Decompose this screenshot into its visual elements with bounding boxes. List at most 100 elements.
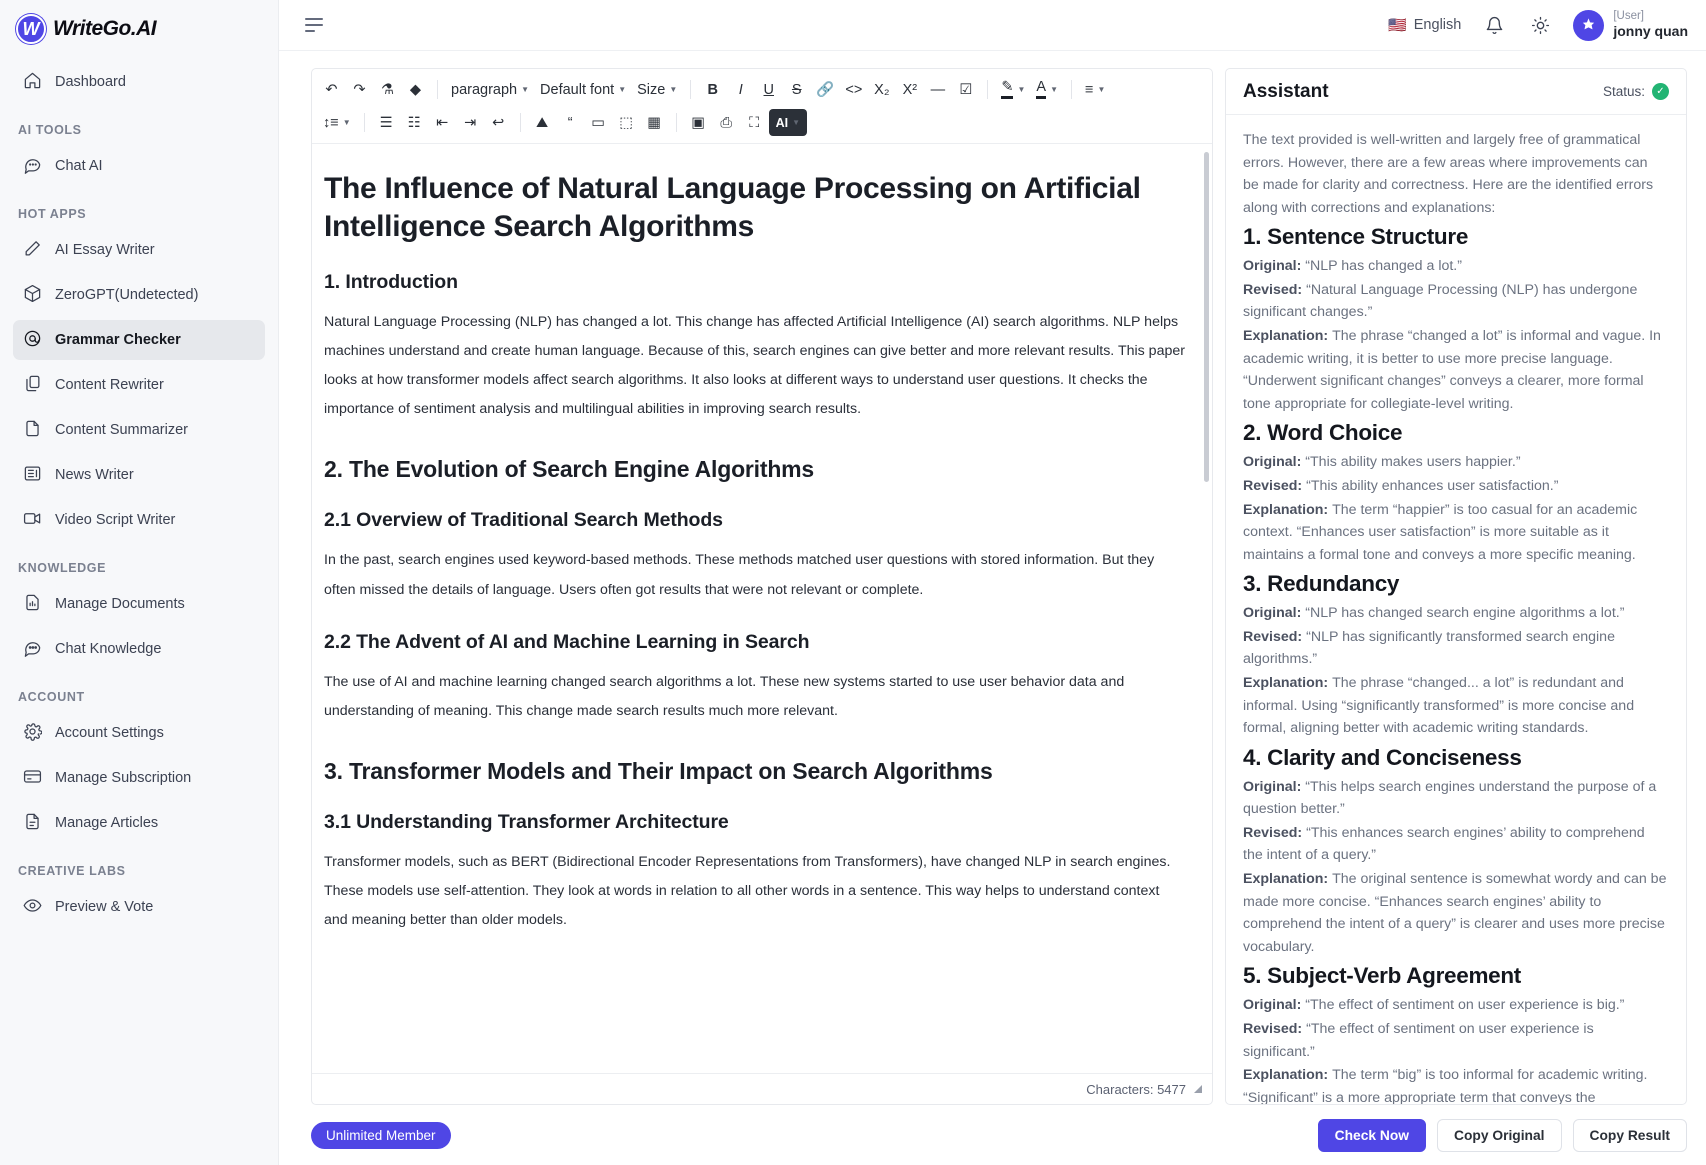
wrap-text-icon[interactable]: ↩ xyxy=(485,109,512,136)
outdent-icon-glyph: ⇤ xyxy=(436,114,449,131)
italic-icon[interactable]: I xyxy=(727,76,754,103)
paragraph-style-select[interactable]: paragraph ▼ xyxy=(446,76,534,103)
assistant-original-label: Original: xyxy=(1243,778,1306,795)
box-icon xyxy=(23,284,42,307)
resize-grip-icon[interactable] xyxy=(1194,1085,1202,1093)
font-family-select[interactable]: Default font ▼ xyxy=(535,76,631,103)
insert-card-icon[interactable]: ▭ xyxy=(585,109,612,136)
sidebar-item-ai-essay-writer[interactable]: AI Essay Writer xyxy=(13,230,265,270)
insert-image-icon[interactable]: ⛰ xyxy=(529,109,556,136)
fullscreen-icon-glyph: ⛶ xyxy=(749,114,760,131)
editor-column: ↶ ↷ ⚗ ◆ paragraph ▼ Default font ▼ Size ▼ B I U S 🔗 <> X… xyxy=(311,68,1213,1105)
checkbox-icon[interactable]: ☑ xyxy=(952,76,979,103)
ai-menu-button[interactable]: AI ▼ xyxy=(768,109,808,136)
membership-badge[interactable]: Unlimited Member xyxy=(311,1121,451,1149)
sidebar-item-dashboard[interactable]: Dashboard xyxy=(13,62,265,102)
link-icon[interactable]: 🔗 xyxy=(811,76,839,103)
eraser-icon[interactable]: ◆ xyxy=(402,76,429,103)
sidebar-item-label: Content Summarizer xyxy=(55,422,188,438)
strikethrough-icon[interactable]: S xyxy=(783,76,810,103)
copy-original-button[interactable]: Copy Original xyxy=(1437,1118,1562,1152)
blockquote-icon[interactable]: “ xyxy=(557,109,584,136)
text-color-icon[interactable]: A ▼ xyxy=(1031,76,1063,103)
toolbar-separator xyxy=(437,80,438,99)
brand[interactable]: W WriteGo.AI xyxy=(0,0,278,58)
bell-icon[interactable] xyxy=(1481,12,1507,38)
sidebar-item-news-writer[interactable]: News Writer xyxy=(13,455,265,495)
assistant-explanation-label: Explanation: xyxy=(1243,501,1333,518)
line-height-icon[interactable]: ↕≡ ▼ xyxy=(318,109,356,136)
sidebar-item-zerogpt-undetected[interactable]: ZeroGPT(Undetected) xyxy=(13,275,265,315)
bulleted-list-icon[interactable]: ☰ xyxy=(373,109,400,136)
sidebar-item-manage-articles[interactable]: Manage Articles xyxy=(13,803,265,843)
sidebar: W WriteGo.AI Dashboard AI TOOLS Chat AI HOT… xyxy=(0,0,279,1165)
sidebar-item-video-script-writer[interactable]: Video Script Writer xyxy=(13,500,265,540)
character-count: Characters: 5477 xyxy=(1086,1081,1186,1097)
sidebar-item-manage-documents[interactable]: Manage Documents xyxy=(13,584,265,624)
format-painter-icon[interactable]: ⚗ xyxy=(374,76,401,103)
italic-icon-glyph: I xyxy=(738,81,743,98)
numbered-list-icon[interactable]: ☷ xyxy=(401,109,428,136)
document-scrollbar[interactable] xyxy=(1204,152,1209,482)
document-title: The Influence of Natural Language Proces… xyxy=(324,172,1141,243)
subscript-icon[interactable]: X₂ xyxy=(868,76,895,103)
assistant-explanation: Explanation: The original sentence is so… xyxy=(1243,871,1667,955)
heading-traditional-methods: 2.1 Overview of Traditional Search Metho… xyxy=(324,509,723,532)
code-icon-glyph: <> xyxy=(845,81,863,98)
sidebar-item-label: Manage Articles xyxy=(55,815,159,831)
us-flag-icon: 🇺🇸 xyxy=(1388,16,1407,34)
user-menu[interactable]: [User] jonny quan xyxy=(1573,9,1688,41)
sidebar-item-account-settings[interactable]: Account Settings xyxy=(13,713,265,753)
print-icon[interactable]: ⎙ xyxy=(713,109,740,136)
underline-icon[interactable]: U xyxy=(755,76,782,103)
sidebar-item-label: News Writer xyxy=(55,467,134,483)
heading-advent-ai: 2.2 The Advent of AI and Machine Learnin… xyxy=(324,630,810,653)
redo-icon[interactable]: ↷ xyxy=(346,76,373,103)
highlight-color-icon[interactable]: ✎ ▼ xyxy=(996,76,1030,103)
page-break-icon[interactable]: ⬚ xyxy=(613,109,640,136)
assistant-revised-label: Revised: xyxy=(1243,1020,1307,1037)
font-family-select-glyph: Default font xyxy=(540,81,615,98)
w-logo-icon: W xyxy=(16,14,46,44)
sidebar-item-chat-knowledge[interactable]: Chat Knowledge xyxy=(13,629,265,669)
assistant-card: Assistant Status: ✓ The text provided is… xyxy=(1225,68,1687,1105)
document-content[interactable]: The Influence of Natural Language Proces… xyxy=(312,144,1212,1073)
superscript-icon[interactable]: X² xyxy=(896,76,923,103)
font-size-select[interactable]: Size ▼ xyxy=(632,76,682,103)
source-view-icon[interactable]: ▣ xyxy=(685,109,712,136)
insert-table-icon[interactable]: ▦ xyxy=(641,109,668,136)
assistant-body: The text provided is well-written and la… xyxy=(1226,115,1686,1104)
assistant-revised-label: Revised: xyxy=(1243,628,1307,645)
assistant-revised: Revised: “The effect of sentiment on use… xyxy=(1243,1020,1594,1060)
check-now-button[interactable]: Check Now xyxy=(1317,1118,1427,1152)
sidebar-item-preview-vote[interactable]: Preview & Vote xyxy=(13,887,265,927)
toolbar-separator xyxy=(363,113,365,132)
copy-icon xyxy=(23,374,42,397)
undo-icon[interactable]: ↶ xyxy=(318,76,345,103)
outdent-icon[interactable]: ⇤ xyxy=(429,109,456,136)
sidebar-item-content-summarizer[interactable]: Content Summarizer xyxy=(13,410,265,450)
horizontal-rule-icon-glyph: — xyxy=(930,81,946,98)
chevron-down-icon: ▼ xyxy=(792,118,801,127)
status-badge: Status: ✓ xyxy=(1603,83,1669,100)
horizontal-rule-icon[interactable]: — xyxy=(924,76,951,103)
align-icon[interactable]: ≡ ▼ xyxy=(1080,76,1110,103)
sun-icon[interactable] xyxy=(1527,12,1553,38)
copy-result-button[interactable]: Copy Result xyxy=(1572,1118,1687,1152)
language-selector[interactable]: 🇺🇸 English xyxy=(1388,17,1461,33)
topbar-right: 🇺🇸 English [User] jonny quan xyxy=(1388,9,1688,41)
assistant-original-label: Original: xyxy=(1243,997,1306,1014)
bold-icon[interactable]: B xyxy=(699,76,726,103)
sidebar-item-manage-subscription[interactable]: Manage Subscription xyxy=(13,758,265,798)
code-icon[interactable]: <> xyxy=(840,76,867,103)
assistant-section-heading: 4. Clarity and Conciseness xyxy=(1243,744,1522,770)
assistant-explanation-label: Explanation: xyxy=(1243,871,1333,888)
sidebar-item-chat-ai[interactable]: Chat AI xyxy=(13,146,265,186)
fullscreen-icon[interactable]: ⛶ xyxy=(741,109,768,136)
sidebar-item-label: Chat AI xyxy=(55,158,103,174)
indent-icon[interactable]: ⇥ xyxy=(457,109,484,136)
sidebar-item-grammar-checker[interactable]: Grammar Checker xyxy=(13,320,265,360)
sidebar-item-content-rewriter[interactable]: Content Rewriter xyxy=(13,365,265,405)
pencil-icon xyxy=(23,239,42,262)
hamburger-icon[interactable] xyxy=(299,12,329,39)
